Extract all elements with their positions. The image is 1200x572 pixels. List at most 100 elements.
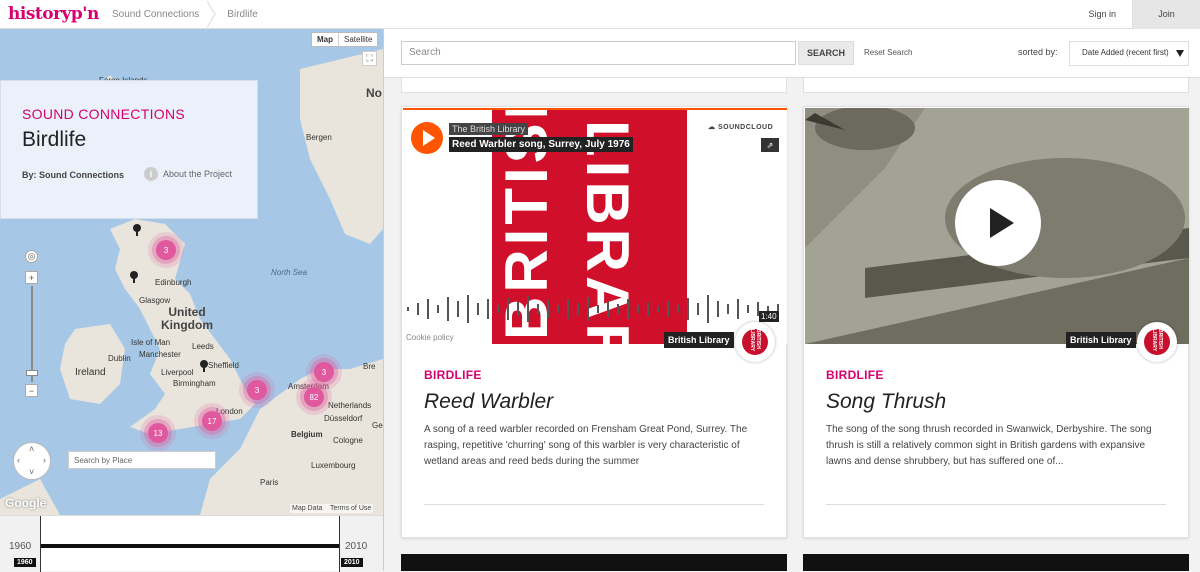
map-data-link[interactable]: Map Data bbox=[292, 505, 322, 512]
zoom-slider-thumb[interactable] bbox=[26, 370, 38, 376]
project-pretitle[interactable]: SOUND CONNECTIONS bbox=[22, 106, 185, 122]
timeline[interactable]: 1960 2010 1960 2010 bbox=[0, 515, 383, 572]
map-cluster-marker[interactable]: 3 bbox=[247, 380, 267, 400]
join-button[interactable]: Join bbox=[1132, 0, 1200, 29]
waveform[interactable] bbox=[407, 293, 781, 325]
map-label-manchester: Manchester bbox=[139, 350, 181, 359]
map-cluster-marker[interactable]: 82 bbox=[304, 387, 324, 407]
sorted-by-label: sorted by: bbox=[1018, 47, 1058, 57]
map-label-belgium: Belgium bbox=[291, 430, 323, 439]
zoom-out-button[interactable]: − bbox=[25, 384, 38, 397]
map-label-sheffield: Sheffield bbox=[208, 361, 239, 370]
fullscreen-icon[interactable]: ⛶ bbox=[362, 51, 377, 66]
track-duration: 1:40 bbox=[759, 311, 779, 322]
map-pin-icon[interactable] bbox=[200, 360, 208, 372]
map-label-bre: Bre bbox=[363, 362, 376, 371]
owner-label[interactable]: British Library bbox=[664, 332, 734, 348]
timeline-start-tag: 1960 bbox=[14, 558, 36, 567]
map-label-cologne: Cologne bbox=[333, 436, 363, 445]
soundcloud-track-title[interactable]: Reed Warbler song, Surrey, July 1976 bbox=[449, 137, 633, 152]
about-project-link[interactable]: i About the Project bbox=[144, 167, 232, 181]
soundcloud-logo[interactable]: ☁ SOUNDCLOUD bbox=[708, 123, 773, 131]
sort-select-value: Date Added (recent first) bbox=[1082, 48, 1169, 57]
map-panel[interactable]: Map Satellite ⛶ Faroe Islands No Bergen … bbox=[0, 29, 383, 515]
timeline-start-year: 1960 bbox=[9, 541, 32, 552]
map-label-luxembourg: Luxembourg bbox=[311, 461, 356, 470]
story-card[interactable]: British Library BRITISH LIBRARY BIRDLIFE… bbox=[803, 106, 1189, 538]
map-cluster-marker[interactable]: 13 bbox=[148, 423, 168, 443]
pan-down-icon[interactable]: ˅ bbox=[29, 467, 34, 477]
map-type-toggle[interactable]: Map Satellite bbox=[311, 32, 379, 47]
project-title: Birdlife bbox=[22, 128, 87, 151]
play-button[interactable] bbox=[411, 122, 443, 154]
chevron-down-icon bbox=[1176, 50, 1184, 57]
card-description: A song of a reed warbler recorded on Fre… bbox=[424, 424, 748, 467]
map-type-satellite[interactable]: Satellite bbox=[338, 33, 377, 46]
map-pin-icon[interactable] bbox=[130, 271, 138, 283]
map-label-glasgow: Glasgow bbox=[139, 296, 171, 305]
timeline-end-year: 2010 bbox=[345, 541, 368, 552]
pan-left-icon[interactable]: ‹ bbox=[17, 455, 20, 465]
card-description: The song of the song thrush recorded in … bbox=[826, 424, 1152, 467]
map-label-edinburgh: Edinburgh bbox=[155, 278, 192, 287]
zoom-control: ◎ + − bbox=[25, 250, 39, 397]
timeline-end-tag: 2010 bbox=[341, 558, 363, 567]
map-label-uk: United Kingdom bbox=[161, 305, 213, 332]
map-label-netherlands: Netherlands bbox=[328, 401, 372, 410]
map-label-bergen: Bergen bbox=[306, 133, 332, 142]
map-pin-icon[interactable] bbox=[133, 224, 141, 236]
map-cluster-marker[interactable]: 17 bbox=[202, 411, 222, 431]
soundcloud-user[interactable]: The British Library bbox=[449, 123, 529, 135]
map-label-leeds: Leeds bbox=[192, 342, 214, 351]
zoom-in-button[interactable]: + bbox=[25, 271, 38, 284]
owner-label[interactable]: British Library bbox=[1066, 332, 1136, 348]
cookie-policy-link[interactable]: Cookie policy bbox=[406, 333, 454, 342]
google-logo: Google bbox=[5, 496, 47, 510]
sort-select[interactable]: Date Added (recent first) bbox=[1069, 41, 1189, 66]
reset-search-link[interactable]: Reset Search bbox=[864, 48, 912, 57]
card-title[interactable]: Song Thrush bbox=[826, 390, 946, 414]
reset-view-icon[interactable]: ◎ bbox=[25, 250, 38, 263]
card-divider bbox=[826, 504, 1166, 505]
soundcloud-player[interactable]: LIBRARY BRITISH The British Library Reed… bbox=[403, 108, 787, 344]
story-card[interactable]: LIBRARY BRITISH The British Library Reed… bbox=[401, 106, 787, 538]
map-label-birmingham: Birmingham bbox=[173, 379, 216, 388]
map-label-paris: Paris bbox=[260, 478, 279, 487]
next-card-top bbox=[803, 554, 1189, 571]
terms-of-use-link[interactable]: Terms of Use bbox=[330, 505, 371, 512]
sign-in-link[interactable]: Sign in bbox=[1072, 9, 1132, 19]
map-label-dublin: Dublin bbox=[108, 354, 131, 363]
historypin-logo[interactable]: historyp'n bbox=[0, 4, 104, 24]
zoom-slider[interactable] bbox=[26, 286, 38, 382]
pan-up-icon[interactable]: ˄ bbox=[29, 444, 34, 454]
map-cluster-marker[interactable]: 3 bbox=[314, 362, 334, 382]
timeline-range-bar[interactable] bbox=[41, 544, 339, 548]
breadcrumb: Sound Connections Birdlife bbox=[104, 0, 266, 29]
play-button[interactable] bbox=[955, 180, 1041, 266]
project-author: By: Sound Connections bbox=[22, 170, 124, 180]
about-project-label: About the Project bbox=[163, 169, 233, 179]
breadcrumb-sound-connections[interactable]: Sound Connections bbox=[104, 9, 207, 20]
british-library-badge[interactable]: BRITISH LIBRARY bbox=[1137, 322, 1177, 362]
british-library-badge[interactable]: BRITISH LIBRARY bbox=[735, 322, 775, 362]
breadcrumb-birdlife[interactable]: Birdlife bbox=[219, 9, 266, 20]
search-by-place-input[interactable]: Search by Place bbox=[68, 451, 216, 469]
search-bar: Search SEARCH Reset Search sorted by: Da… bbox=[384, 29, 1200, 78]
project-info-card: SOUND CONNECTIONS Birdlife By: Sound Con… bbox=[0, 80, 258, 219]
search-input[interactable]: Search bbox=[401, 41, 796, 65]
map-cluster-marker[interactable]: 3 bbox=[156, 240, 176, 260]
map-type-map[interactable]: Map bbox=[312, 33, 338, 46]
card-category[interactable]: BIRDLIFE bbox=[826, 368, 884, 382]
search-button[interactable]: SEARCH bbox=[798, 41, 854, 65]
previous-card-bottom bbox=[803, 78, 1189, 93]
song-thrush-image[interactable] bbox=[805, 108, 1189, 344]
previous-card-bottom bbox=[401, 78, 787, 93]
top-bar: historyp'n Sound Connections Birdlife Si… bbox=[0, 0, 1200, 29]
card-title[interactable]: Reed Warbler bbox=[424, 390, 553, 414]
cloud-icon: ☁ bbox=[708, 124, 718, 131]
map-label-dusseldorf: Düsseldorf bbox=[324, 414, 363, 423]
card-category[interactable]: BIRDLIFE bbox=[424, 368, 482, 382]
pan-control[interactable]: ˄ ˅ ‹ › bbox=[13, 442, 51, 480]
share-icon[interactable]: ⇗ bbox=[761, 138, 779, 152]
pan-right-icon[interactable]: › bbox=[43, 455, 46, 465]
